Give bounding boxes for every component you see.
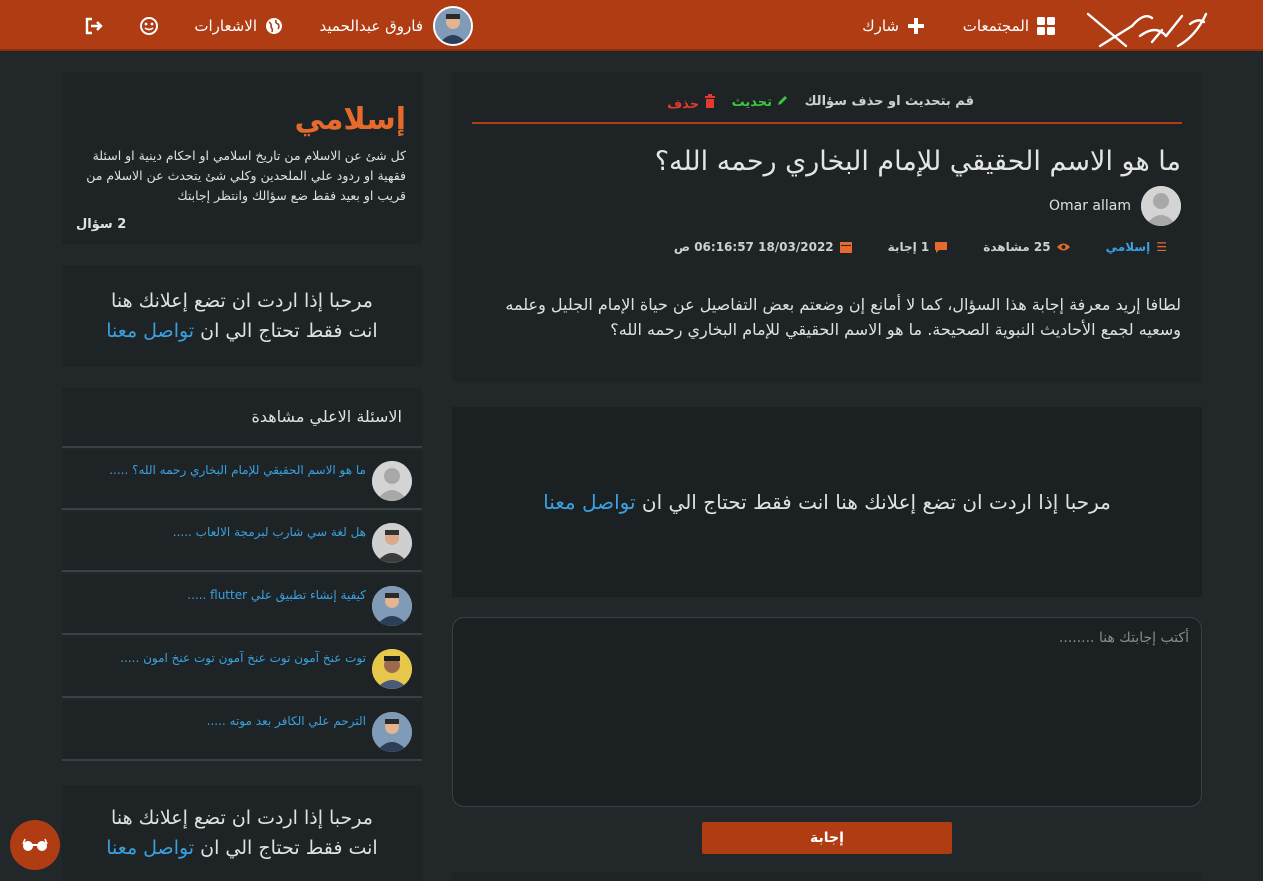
question-date: 18/03/2022 06:16:57 ص (674, 240, 852, 254)
ad-text: مرحبا إذا اردت ان تضع إعلانك هنا انت فقط… (641, 490, 1111, 514)
category-description: كل شئ عن الاسلام من تاريخ اسلامي او احكا… (86, 148, 406, 203)
avatar (372, 461, 412, 501)
communities-link[interactable]: المجتمعات (963, 0, 1055, 51)
plus-icon (908, 17, 924, 34)
list-item[interactable]: توت عنخ آمون توت عنخ آمون توت عنخ امون .… (62, 638, 422, 698)
grid-icon (1037, 16, 1055, 35)
list-item[interactable]: هل لغة سي شارب لبرمجة الالعاب ..... (62, 512, 422, 572)
divider (472, 122, 1182, 124)
question-link[interactable]: الترحم علي الكافر بعد موته ..... (207, 714, 366, 728)
trash-icon (704, 94, 715, 108)
list-item[interactable]: كيفية إنشاء تطبيق علي flutter ..... (62, 575, 422, 635)
ad-banner-main: مرحبا إذا اردت ان تضع إعلانك هنا انت فقط… (452, 407, 1202, 597)
question-link[interactable]: توت عنخ آمون توت عنخ آمون توت عنخ امون .… (120, 651, 366, 665)
delete-label: حذف (667, 97, 700, 112)
user-name: فاروق عبدالحميد (319, 16, 423, 35)
glasses-icon (22, 838, 48, 851)
list-icon: ☰ (1156, 240, 1167, 254)
contact-us-link[interactable]: تواصل معنا (106, 837, 194, 859)
ad-banner-sidebar-2: مرحبا إذا اردت ان تضع إعلانك هنا انت فقط… (62, 785, 422, 881)
user-avatar (433, 5, 473, 46)
avatar (372, 712, 412, 752)
question-link[interactable]: كيفية إنشاء تطبيق علي flutter ..... (187, 588, 366, 602)
share-link[interactable]: شارك (862, 0, 925, 51)
date-label: 18/03/2022 06:16:57 ص (673, 240, 834, 254)
pencil-icon (777, 96, 787, 105)
top-navbar: المجتمعات شارك فاروق عبدالحميد الاشعارات (0, 0, 1263, 51)
face-icon (140, 16, 158, 35)
communities-label: المجتمعات (962, 16, 1029, 35)
answers-count: 1 إجابة (888, 240, 948, 254)
answers-label: 1 إجابة (887, 240, 930, 254)
user-profile-link[interactable]: فاروق عبدالحميد (320, 0, 473, 51)
category-label: إسلامي (1105, 240, 1151, 254)
delete-button[interactable]: حذف (667, 94, 716, 112)
question-link[interactable]: هل لغة سي شارب لبرمجة الالعاب ..... (173, 525, 366, 539)
eye-icon (1056, 243, 1070, 251)
update-button[interactable]: تحديث (732, 94, 789, 112)
question-link[interactable]: ما هو الاسم الحقيقي للإمام البخاري رحمه … (109, 463, 366, 477)
category-link[interactable]: ☰ إسلامي (1106, 240, 1167, 254)
author-name: Omar allam (1048, 198, 1131, 214)
update-label: تحديث (731, 95, 773, 110)
ad-banner-sidebar-1: مرحبا إذا اردت ان تضع إعلانك هنا انت فقط… (62, 265, 422, 367)
glasses-floating-button[interactable] (10, 820, 60, 870)
list-item[interactable]: ما هو الاسم الحقيقي للإمام البخاري رحمه … (62, 450, 422, 510)
question-actions: قم بتحديث او حذف سؤالك تحديث حذف (452, 72, 1202, 124)
question-body: لطافا إريد معرفة إجابة هذا السؤال، كما ل… (505, 295, 1181, 339)
comment-icon (935, 241, 948, 253)
category-title: إسلامي (294, 102, 407, 137)
answer-textarea[interactable]: أكتب إجابتك هنا ........ (452, 617, 1202, 807)
mood-button[interactable] (140, 0, 158, 51)
avatar (372, 649, 412, 689)
contact-us-link[interactable]: تواصل معنا (106, 320, 194, 342)
top-questions-header: الاسئلة الاعلي مشاهدة (62, 388, 422, 448)
category-question-count: 2 سؤال (76, 217, 127, 232)
actions-label: قم بتحديث او حذف سؤالك (804, 94, 974, 109)
notifications-link[interactable]: الاشعارات (194, 0, 283, 51)
question-meta: ☰ إسلامي 25 مشاهدة 1 إجابة 18/03/2022 06… (674, 240, 1167, 254)
contact-us-link[interactable]: تواصل معنا (543, 490, 635, 514)
avatar (372, 586, 412, 626)
share-label: شارك (862, 16, 899, 35)
views-count: 25 مشاهدة (983, 240, 1070, 254)
sign-out-icon (85, 17, 103, 34)
author-avatar (1141, 186, 1181, 226)
logout-button[interactable] (84, 0, 104, 51)
views-label: 25 مشاهدة (983, 240, 1051, 254)
question-title: ما هو الاسم الحقيقي للإمام البخاري رحمه … (654, 146, 1181, 177)
globe-icon (266, 17, 282, 34)
avatar (372, 523, 412, 563)
calendar-icon (839, 242, 852, 253)
next-panel (452, 872, 1202, 881)
submit-answer-button[interactable]: إجابة (702, 822, 952, 854)
author-info[interactable]: Omar allam (1049, 186, 1181, 226)
category-card: إسلامي كل شئ عن الاسلام من تاريخ اسلامي … (62, 72, 422, 244)
notifications-label: الاشعارات (194, 16, 257, 35)
site-logo[interactable] (1086, 6, 1208, 48)
list-item[interactable]: الترحم علي الكافر بعد موته ..... (62, 701, 422, 761)
top-questions-title: الاسئلة الاعلي مشاهدة (251, 407, 402, 426)
